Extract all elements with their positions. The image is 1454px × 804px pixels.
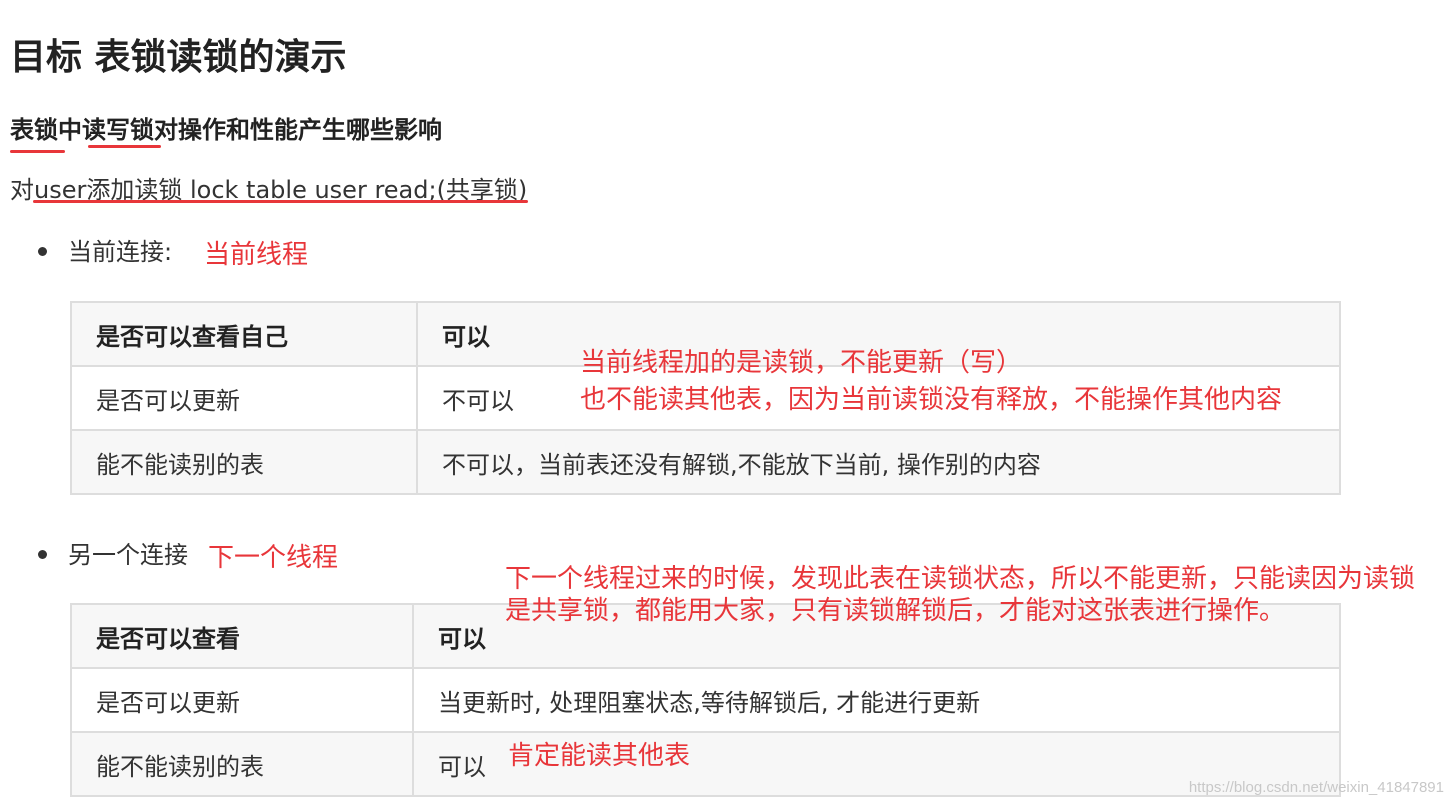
- section1-annotation: 当前线程: [204, 240, 309, 270]
- table-cell: 能不能读别的表: [70, 429, 418, 495]
- red-underline-mark: [88, 145, 161, 148]
- table-cell: 能不能读别的表: [70, 731, 414, 797]
- red-underline-mark: [10, 150, 65, 153]
- bullet-dot: [38, 550, 47, 559]
- page-title: 目标 表锁读锁的演示: [10, 37, 347, 78]
- bullet-dot: [38, 247, 47, 256]
- table-row: 能不能读别的表 不可以，当前表还没有解锁,不能放下当前, 操作别的内容: [70, 429, 1341, 495]
- watermark: https://blog.csdn.net/weixin_41847891: [1188, 779, 1444, 796]
- red-underline-mark: [33, 200, 528, 203]
- table-cell: 是否可以更新: [70, 667, 414, 733]
- table-row: 能不能读别的表 可以: [70, 731, 1341, 797]
- table-cell: 当更新时, 处理阻塞状态,等待解锁后, 才能进行更新: [412, 667, 1341, 733]
- table-row: 是否可以更新 当更新时, 处理阻塞状态,等待解锁后, 才能进行更新: [70, 667, 1341, 733]
- section2-annotation: 下一个线程: [208, 543, 339, 573]
- section1-note-line2: 也不能读其他表，因为当前读锁没有释放，不能操作其他内容: [580, 385, 1283, 415]
- section2-extra-note: 肯定能读其他表: [508, 741, 691, 771]
- section2-bullet: 另一个连接: [68, 541, 188, 569]
- table-cell: 是否可以查看: [70, 603, 414, 669]
- other-connection-table: 是否可以查看 可以 是否可以更新 当更新时, 处理阻塞状态,等待解锁后, 才能进…: [70, 603, 1341, 797]
- section1-note-line1: 当前线程加的是读锁，不能更新（写）: [580, 348, 1023, 378]
- table-cell: 是否可以更新: [70, 365, 418, 431]
- subtitle: 表锁中读写锁对操作和性能产生哪些影响: [10, 116, 442, 144]
- table-cell: 是否可以查看自己: [70, 301, 418, 367]
- table-cell: 不可以，当前表还没有解锁,不能放下当前, 操作别的内容: [416, 429, 1341, 495]
- section2-note: 下一个线程过来的时候，发现此表在读锁状态，所以不能更新，只能读因为读锁是共享锁，…: [505, 564, 1416, 626]
- section1-bullet: 当前连接:: [68, 238, 173, 266]
